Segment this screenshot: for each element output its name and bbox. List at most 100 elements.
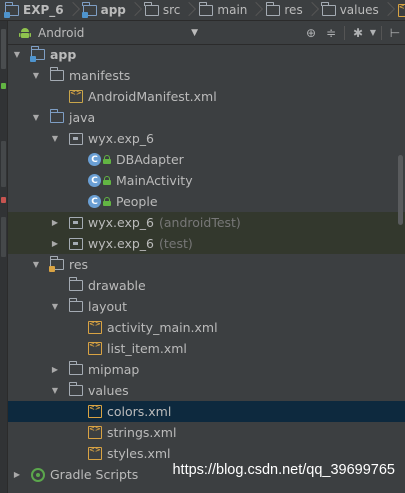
tree-row[interactable]: drawable: [8, 275, 405, 296]
breadcrumb-label: src: [162, 3, 181, 17]
tree-row[interactable]: strings.xml: [8, 422, 405, 443]
tree-row[interactable]: ▼ res: [8, 254, 405, 275]
collapsed-arrow-icon[interactable]: ▶: [50, 365, 60, 374]
manifest-file-icon: [69, 89, 83, 103]
captures-tool-button[interactable]: [1, 217, 6, 257]
expanded-arrow-icon[interactable]: ▼: [12, 50, 22, 59]
breadcrumb-item[interactable]: res: [261, 0, 316, 20]
breadcrumb-separator: [70, 0, 78, 20]
tree-item-label: colors.xml: [107, 404, 172, 419]
tree-row[interactable]: styles.xml: [8, 443, 405, 464]
expanded-arrow-icon[interactable]: ▼: [31, 113, 41, 122]
collapsed-arrow-icon[interactable]: ▶: [12, 470, 22, 479]
project-tool-button[interactable]: [1, 29, 6, 69]
folder-icon: [49, 67, 64, 81]
tree-row[interactable]: ▼ manifests: [8, 65, 405, 86]
tree-item-label: wyx.exp_6: [88, 131, 154, 146]
tree-row[interactable]: ▶ wyx.exp_6 (androidTest): [8, 212, 405, 233]
tree-row[interactable]: C MainActivity: [8, 170, 405, 191]
package-icon: [69, 132, 83, 145]
tree-row[interactable]: C DBAdapter: [8, 149, 405, 170]
left-tool-window-stripe: [0, 21, 8, 493]
breadcrumb-label: res: [284, 3, 303, 17]
tree-row[interactable]: ▶ wyx.exp_6 (test): [8, 233, 405, 254]
breadcrumb-label: EXP_6: [23, 3, 64, 17]
gear-icon[interactable]: ✱: [348, 23, 368, 43]
tree-item-label: MainActivity: [116, 173, 193, 188]
breadcrumb-item[interactable]: main: [194, 0, 261, 20]
breadcrumb-item[interactable]: colors.x: [393, 0, 405, 20]
tree-item-label: layout: [88, 299, 128, 314]
tree-row[interactable]: ▼ app: [8, 44, 405, 65]
tree-row[interactable]: list_item.xml: [8, 338, 405, 359]
module-folder-icon: [81, 1, 97, 18]
breadcrumb-item[interactable]: src: [140, 0, 195, 20]
expanded-arrow-icon[interactable]: ▼: [50, 302, 60, 311]
tree-item-label: strings.xml: [107, 425, 177, 440]
tree-item-label: People: [116, 194, 158, 209]
xml-file-icon: [88, 404, 102, 418]
module-folder-icon: [30, 46, 45, 62]
tree-row[interactable]: colors.xml: [8, 401, 405, 422]
package-icon: [69, 237, 83, 250]
expanded-arrow-icon[interactable]: ▼: [50, 134, 60, 143]
tree-item-label: styles.xml: [107, 446, 171, 461]
expanded-arrow-icon[interactable]: ▼: [50, 386, 60, 395]
xml-file-icon: [88, 425, 102, 439]
tree-row[interactable]: ▼ java: [8, 107, 405, 128]
source-folder-icon: [49, 109, 64, 123]
target-icon[interactable]: ⊕: [301, 23, 321, 43]
tree-row[interactable]: ▼ wyx.exp_6: [8, 128, 405, 149]
view-mode-label: Android: [38, 25, 85, 40]
tree-row[interactable]: ▼ values: [8, 380, 405, 401]
folder-icon: [68, 382, 83, 396]
error-marker: [1, 197, 6, 203]
tree-item-label: drawable: [88, 278, 146, 293]
tree-row[interactable]: ▶ mipmap: [8, 359, 405, 380]
tree-row[interactable]: C People: [8, 191, 405, 212]
tree-item-label: DBAdapter: [116, 152, 184, 167]
android-status-dot: [1, 83, 6, 89]
tree-item-label: app: [50, 47, 77, 62]
collapse-icon[interactable]: ≑: [321, 23, 341, 43]
structure-tool-button[interactable]: [1, 141, 6, 187]
folder-icon: [68, 361, 83, 375]
class-icon: C: [88, 174, 101, 187]
class-icon: C: [88, 195, 101, 208]
tree-item-label: values: [88, 383, 129, 398]
breadcrumb-item[interactable]: values: [317, 0, 393, 20]
project-folder-icon: [4, 1, 19, 18]
xml-file-icon: [397, 3, 405, 17]
expanded-arrow-icon[interactable]: ▼: [31, 260, 41, 269]
tree-item-suffix: (androidTest): [159, 215, 241, 230]
navigation-breadcrumb-bar: EXP_6 app src main res values colors.x: [0, 0, 405, 21]
chevron-down-icon[interactable]: ▼: [191, 28, 198, 38]
package-icon: [69, 216, 83, 229]
folder-icon: [321, 1, 336, 16]
tree-item-label: res: [69, 257, 89, 272]
tree-item-label: mipmap: [88, 362, 140, 377]
view-mode-selector[interactable]: Android ▼: [8, 21, 204, 44]
breadcrumb-item[interactable]: EXP_6: [0, 0, 78, 20]
breadcrumb-separator: [132, 0, 140, 20]
tree-row[interactable]: ▼ layout: [8, 296, 405, 317]
tree-item-label: wyx.exp_6: [88, 236, 154, 251]
res-folder-icon: [49, 256, 64, 272]
collapsed-arrow-icon[interactable]: ▶: [50, 239, 60, 248]
collapsed-arrow-icon[interactable]: ▶: [50, 218, 60, 227]
tree-row[interactable]: AndroidManifest.xml: [8, 86, 405, 107]
tree-row[interactable]: activity_main.xml: [8, 317, 405, 338]
toolbar-divider: [344, 25, 345, 40]
tree-item-label: AndroidManifest.xml: [88, 89, 217, 104]
toolbar-divider: [381, 25, 382, 40]
expanded-arrow-icon[interactable]: ▼: [31, 71, 41, 80]
gradle-icon: [31, 467, 45, 482]
scrollbar-thumb[interactable]: [398, 155, 403, 225]
tree-item-label: manifests: [69, 68, 131, 83]
hide-icon[interactable]: ⊢: [385, 23, 405, 43]
breadcrumb-separator: [385, 0, 393, 20]
chevron-down-small-icon[interactable]: ▼: [368, 23, 378, 43]
breadcrumb-label: main: [217, 3, 248, 17]
breadcrumb-label: app: [100, 3, 126, 17]
breadcrumb-item[interactable]: app: [78, 0, 140, 20]
